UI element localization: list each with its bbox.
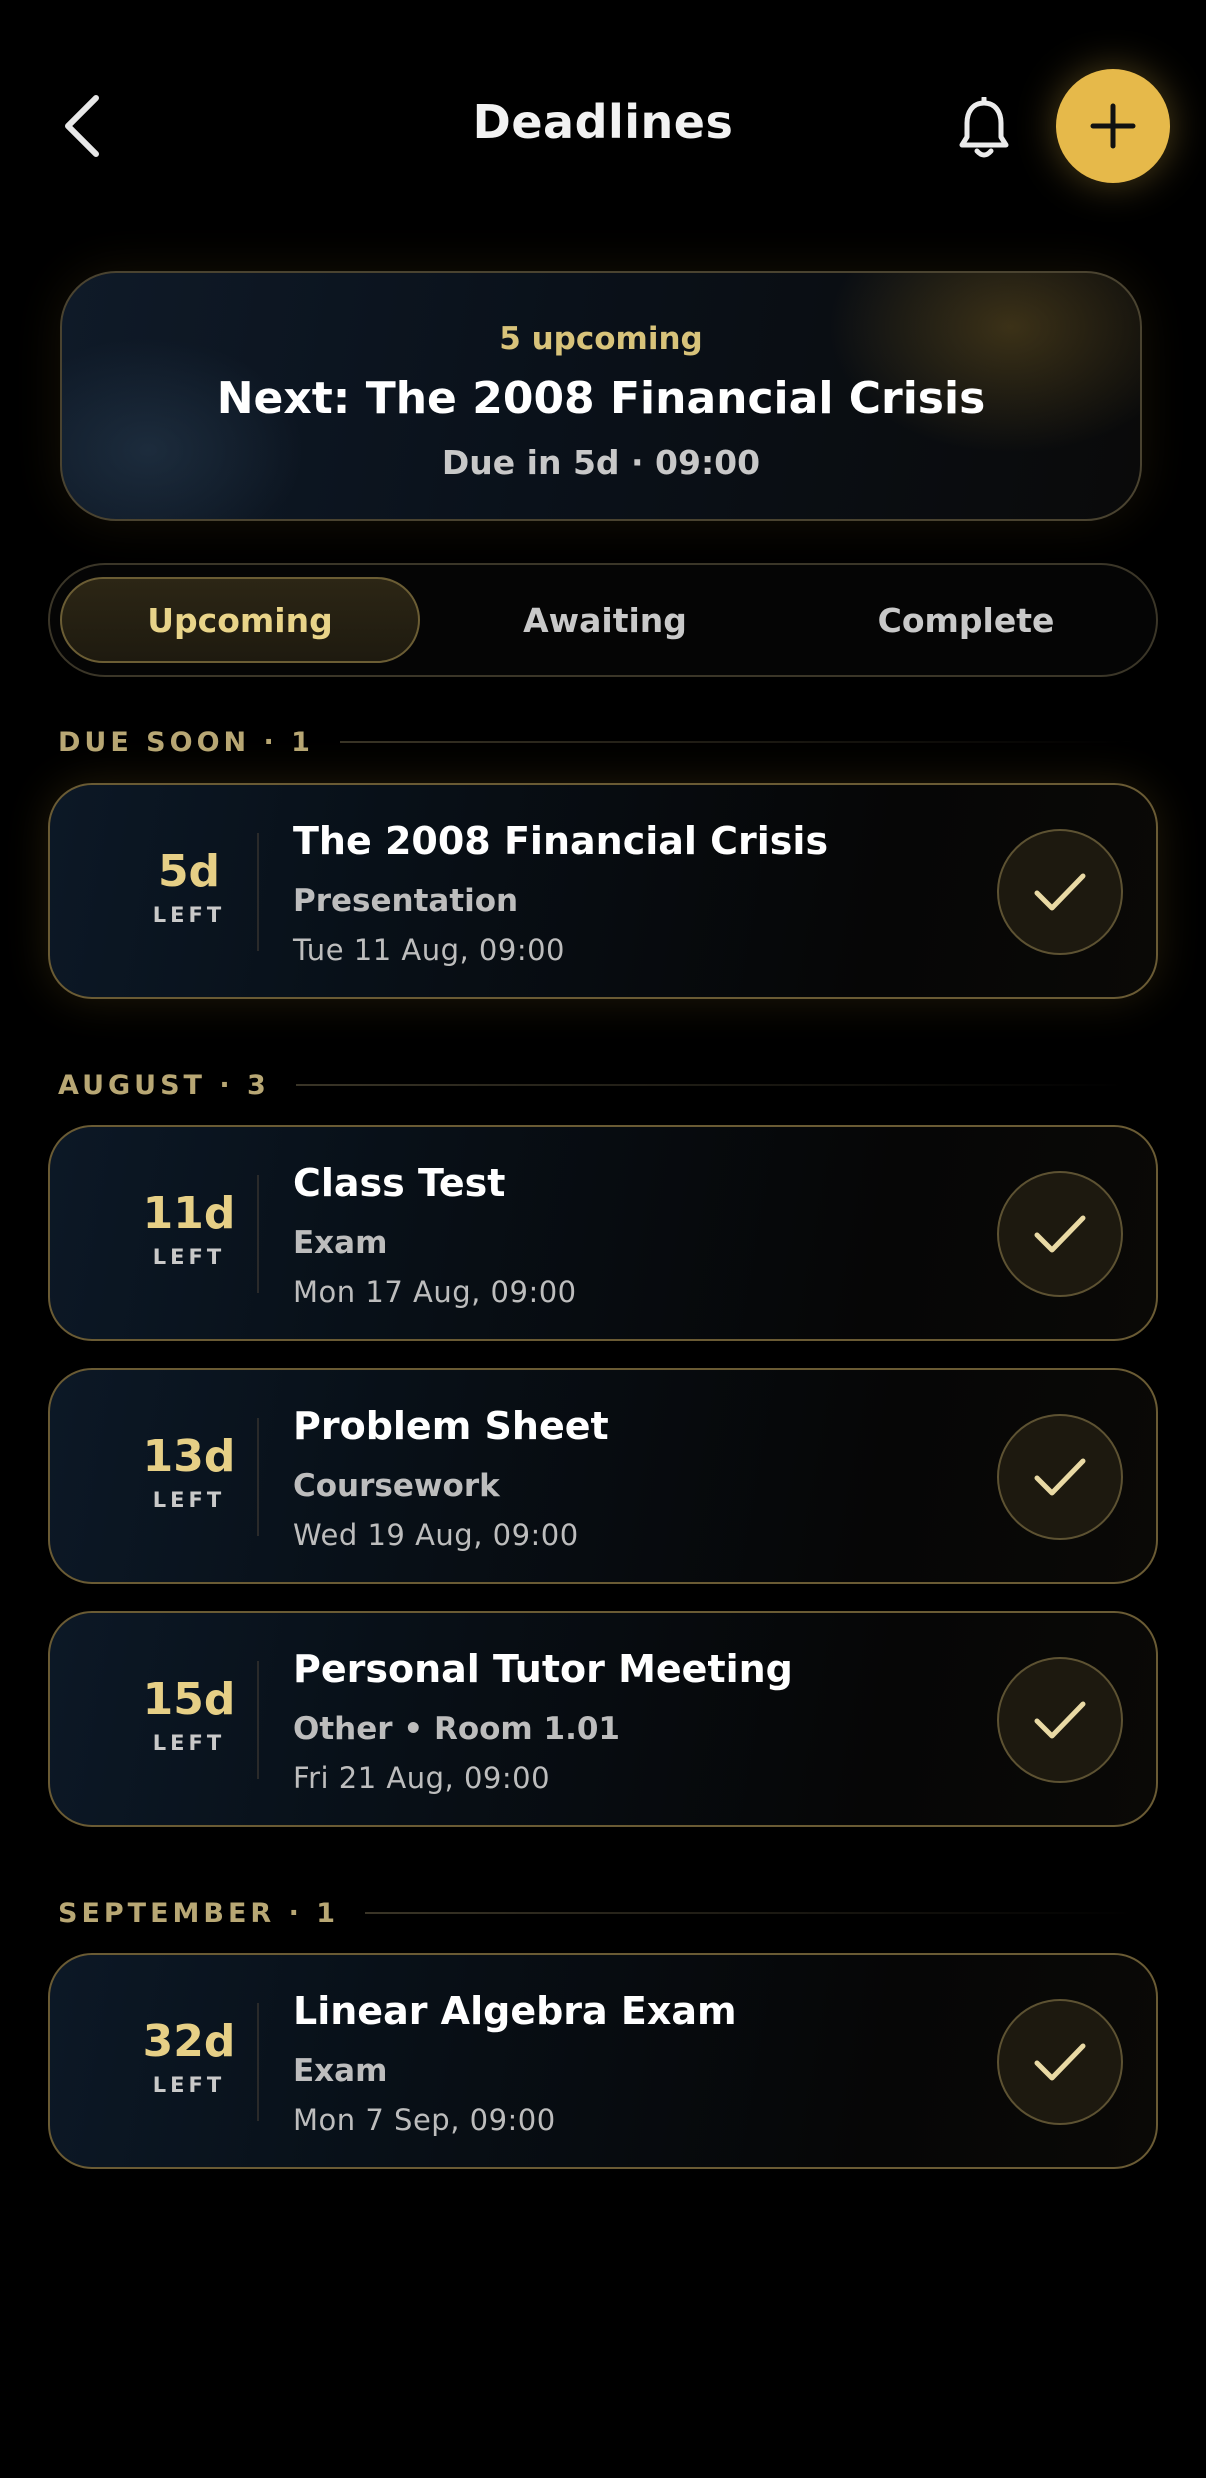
deadline-date: Mon 17 Aug, 09:00: [293, 1275, 577, 1309]
deadline-date: Tue 11 Aug, 09:00: [293, 933, 566, 967]
days-left: 11d LEFT: [70, 1188, 308, 1270]
deadline-date: Fri 21 Aug, 09:00: [293, 1761, 551, 1795]
deadline-type: Presentation: [293, 883, 519, 919]
mark-complete-button[interactable]: [997, 1657, 1123, 1783]
deadline-title: Linear Algebra Exam: [293, 1989, 737, 2033]
days-left-value: 5d: [157, 846, 221, 897]
days-left-unit: LEFT: [152, 1245, 226, 1269]
deadline-title: Personal Tutor Meeting: [293, 1647, 793, 1691]
card-divider: [257, 1661, 259, 1779]
next-deadline-summary[interactable]: 5 upcoming Next: The 2008 Financial Cris…: [60, 271, 1142, 521]
deadline-date: Wed 19 Aug, 09:00: [293, 1518, 579, 1552]
filter-tabs: Upcoming Awaiting Complete: [48, 563, 1158, 677]
deadline-type: Exam: [293, 1225, 388, 1261]
deadline-card[interactable]: 5d LEFT The 2008 Financial Crisis Presen…: [48, 783, 1158, 999]
tab-complete[interactable]: Complete: [786, 577, 1146, 663]
next-deadline-due: Due in 5d · 09:00: [441, 443, 761, 482]
checkmark-icon: [1034, 873, 1086, 911]
bell-icon: [959, 97, 1009, 158]
card-divider: [257, 833, 259, 951]
deadline-title: The 2008 Financial Crisis: [293, 819, 829, 863]
days-left-value: 15d: [142, 1674, 236, 1725]
mark-complete-button[interactable]: [997, 829, 1123, 955]
deadline-card[interactable]: 11d LEFT Class Test Exam Mon 17 Aug, 09:…: [48, 1125, 1158, 1341]
card-divider: [257, 1418, 259, 1536]
section-header-august: AUGUST · 3: [58, 1065, 1126, 1105]
checkmark-icon: [1034, 1458, 1086, 1496]
upcoming-count: 5 upcoming: [499, 321, 703, 357]
days-left-value: 11d: [142, 1188, 236, 1239]
section-divider: [339, 741, 1140, 743]
notifications-button[interactable]: [948, 90, 1020, 168]
days-left: 32d LEFT: [70, 2016, 308, 2098]
deadline-title: Class Test: [293, 1161, 506, 1205]
deadline-type: Other • Room 1.01: [293, 1711, 620, 1747]
days-left-unit: LEFT: [152, 903, 226, 927]
header: Deadlines: [0, 0, 1206, 250]
deadline-type: Coursework: [293, 1468, 500, 1504]
section-divider: [365, 1912, 1136, 1914]
days-left-unit: LEFT: [152, 2073, 226, 2097]
page-title: Deadlines: [472, 95, 734, 149]
days-left-value: 32d: [142, 2016, 236, 2067]
checkmark-icon: [1034, 1215, 1086, 1253]
deadline-card[interactable]: 15d LEFT Personal Tutor Meeting Other • …: [48, 1611, 1158, 1827]
plus-icon: [1090, 103, 1136, 149]
tab-upcoming[interactable]: Upcoming: [60, 577, 420, 663]
tab-awaiting[interactable]: Awaiting: [425, 577, 785, 663]
deadline-title: Problem Sheet: [293, 1404, 609, 1448]
days-left-unit: LEFT: [152, 1488, 226, 1512]
mark-complete-button[interactable]: [997, 1414, 1123, 1540]
section-divider: [295, 1084, 1126, 1086]
days-left: 15d LEFT: [70, 1674, 308, 1756]
add-deadline-button[interactable]: [1056, 69, 1170, 183]
days-left-unit: LEFT: [152, 1731, 226, 1755]
section-label: SEPTEMBER · 1: [58, 1897, 340, 1929]
days-left: 13d LEFT: [70, 1431, 308, 1513]
deadline-card[interactable]: 13d LEFT Problem Sheet Coursework Wed 19…: [48, 1368, 1158, 1584]
mark-complete-button[interactable]: [997, 1999, 1123, 2125]
card-divider: [257, 1175, 259, 1293]
checkmark-icon: [1034, 1701, 1086, 1739]
deadline-type: Exam: [293, 2053, 388, 2089]
mark-complete-button[interactable]: [997, 1171, 1123, 1297]
section-label: DUE SOON · 1: [58, 726, 314, 758]
section-header-september: SEPTEMBER · 1: [58, 1893, 1136, 1933]
checkmark-icon: [1034, 2043, 1086, 2081]
days-left-value: 13d: [142, 1431, 236, 1482]
section-header-due-soon: DUE SOON · 1: [58, 722, 1140, 762]
deadline-card[interactable]: 32d LEFT Linear Algebra Exam Exam Mon 7 …: [48, 1953, 1158, 2169]
card-divider: [257, 2003, 259, 2121]
days-left: 5d LEFT: [70, 846, 308, 928]
deadline-date: Mon 7 Sep, 09:00: [293, 2103, 556, 2137]
section-label: AUGUST · 3: [58, 1069, 270, 1101]
next-deadline-title: Next: The 2008 Financial Crisis: [216, 373, 986, 424]
